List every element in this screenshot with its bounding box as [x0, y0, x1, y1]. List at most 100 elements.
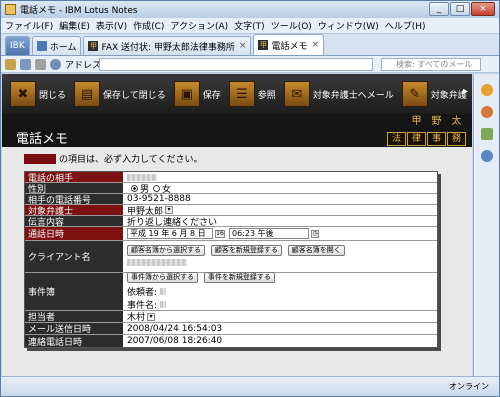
- partner-row: 電話の相手: [25, 172, 437, 184]
- close-action-button[interactable]: ✖ 閉じる: [10, 81, 66, 107]
- menu-text[interactable]: 文字(T): [234, 19, 265, 32]
- save-label: 保存: [202, 90, 221, 101]
- required-note: の項目は、必ず入力してください。: [24, 152, 202, 165]
- tab-home-label: ホーム: [49, 42, 77, 53]
- menu-tools[interactable]: ツール(O): [271, 19, 312, 32]
- pen-icon: ✎: [401, 81, 428, 107]
- menu-bar: ファイル(F) 編集(E) 表示(V) 作成(C) アクション(A) 文字(T)…: [1, 18, 499, 34]
- tab-home[interactable]: ホーム: [31, 36, 82, 55]
- save-icon: ▣: [173, 81, 200, 107]
- tab-memo-label: 電話メモ: [271, 41, 308, 52]
- paste-icon[interactable]: [35, 58, 46, 70]
- gender-male-radio[interactable]: [131, 184, 138, 192]
- menu-file[interactable]: ファイル(F): [5, 19, 53, 32]
- window-title: 電話メモ - IBM Lotus Notes: [20, 6, 138, 16]
- copy-icon[interactable]: [20, 58, 31, 70]
- action-bar: ✖ 閉じる ▤ 保存して閉じる ▣ 保存 ☰ 参照 ✉ 対象弁護士へメール ✎ 対象弁護 ▸: [2, 74, 472, 114]
- application-window: 電話メモ - IBM Lotus Notes _ □ × ファイル(F) 編集(…: [0, 0, 500, 397]
- menu-view[interactable]: 表示(V): [96, 19, 127, 32]
- clock-icon[interactable]: ◷: [311, 229, 319, 238]
- memo-form: 電話の相手 性別 男 女 相手の電話番号 03-9521-8888 対象弁護士 …: [24, 171, 438, 348]
- client-select-button[interactable]: 顧客名簿から選択する: [127, 244, 205, 256]
- case-row: 事件簿 事件簿から選択する 事件を新規登録する 依頼者: 事件名:: [25, 272, 437, 311]
- message-label: 伝言内容: [25, 216, 123, 228]
- lawyer-row: 対象弁護士 甲野太郎 ▾: [25, 205, 437, 217]
- save-close-action-button[interactable]: ▤ 保存して閉じる: [74, 81, 166, 107]
- tab-memo[interactable]: 甲電話メモ ×: [253, 34, 325, 55]
- feeds-icon[interactable]: [480, 106, 493, 118]
- partner-field[interactable]: [127, 173, 157, 181]
- case-register-button[interactable]: 事件を新規登録する: [203, 272, 275, 283]
- menu-actions[interactable]: アクション(A): [170, 19, 228, 32]
- datetime-label: 通話日時: [25, 227, 123, 240]
- client-field[interactable]: [127, 258, 187, 266]
- search-input[interactable]: 検索: すべてのメール: [381, 58, 481, 71]
- sametime-icon[interactable]: [480, 84, 493, 96]
- more-actions-icon[interactable]: ▸: [463, 86, 468, 97]
- staff-field[interactable]: 木村: [127, 310, 145, 323]
- tab-fax-label: FAX 送付状: 甲野太郎法律事務所: [101, 42, 235, 53]
- reference-icon: ☰: [228, 81, 255, 107]
- lawyer-action-label: 対象弁護: [430, 90, 467, 101]
- address-input[interactable]: [99, 58, 373, 71]
- logo-char: 甲: [411, 116, 422, 127]
- minimize-button[interactable]: _: [429, 2, 449, 16]
- date-input[interactable]: 平成 19 年 6 月 8 日: [127, 228, 213, 239]
- gender-female-radio[interactable]: [153, 184, 161, 192]
- case-requester-label: 依頼者:: [127, 288, 158, 298]
- lawyer-dropdown-icon[interactable]: ▾: [165, 206, 174, 214]
- staff-dropdown-icon[interactable]: ▾: [147, 312, 156, 321]
- call-time-label: 連絡電話日時: [25, 335, 123, 348]
- right-sidebar: [473, 74, 499, 376]
- cut-icon[interactable]: [5, 58, 16, 70]
- address-toolbar: アドレス 検索: すべてのメール: [1, 56, 499, 73]
- calendar-icon[interactable]: 16: [215, 229, 225, 238]
- message-field[interactable]: 折り返し連絡ください: [127, 215, 217, 228]
- save-action-button[interactable]: ▣ 保存: [173, 81, 221, 107]
- phone-label: 相手の電話番号: [25, 194, 123, 206]
- client-open-button[interactable]: 顧客名簿を開く: [287, 244, 345, 256]
- reference-action-button[interactable]: ☰ 参照: [228, 81, 276, 107]
- close-action-label: 閉じる: [39, 90, 67, 101]
- reference-label: 参照: [257, 90, 276, 101]
- logo-char: 律: [407, 132, 426, 146]
- phone-field[interactable]: 03-9521-8888: [127, 194, 191, 204]
- calendar-sidebar-icon[interactable]: [480, 128, 493, 140]
- open-button-label: IBK: [10, 41, 25, 51]
- activities-icon[interactable]: [480, 150, 493, 162]
- menu-help[interactable]: ヘルプ(H): [385, 19, 426, 32]
- message-row: 伝言内容 折り返し連絡ください: [25, 215, 437, 228]
- required-note-text: の項目は、必ず入力してください。: [59, 155, 203, 165]
- gender-male-label: 男: [140, 184, 150, 195]
- mail-time-label: メール送信日時: [25, 323, 123, 335]
- logo-char: 法: [387, 132, 406, 146]
- case-name-field[interactable]: [159, 301, 166, 308]
- save-close-label: 保存して閉じる: [103, 90, 166, 101]
- menu-create[interactable]: 作成(C): [133, 19, 164, 32]
- case-select-button[interactable]: 事件簿から選択する: [127, 272, 198, 283]
- menu-edit[interactable]: 編集(E): [59, 19, 90, 32]
- logo-char: 野: [431, 116, 442, 127]
- page-title: 電話メモ: [16, 132, 69, 147]
- case-requester-field[interactable]: [159, 288, 166, 295]
- lawyer-action-button[interactable]: ✎ 対象弁護: [401, 81, 467, 107]
- partner-label: 電話の相手: [25, 172, 123, 184]
- mail-lawyer-action-button[interactable]: ✉ 対象弁護士へメール: [283, 81, 394, 107]
- tab-bar: IBK ホーム 甲 FAX 送付状: 甲野太郎法律事務所 × 甲電話メモ ×: [1, 34, 499, 56]
- menu-window[interactable]: ウィンドウ(W): [318, 19, 379, 32]
- document-area: ✖ 閉じる ▤ 保存して閉じる ▣ 保存 ☰ 参照 ✉ 対象弁護士へメール ✎ 対象弁護 ▸…: [2, 74, 472, 376]
- tab-memo-close-icon[interactable]: ×: [311, 40, 319, 50]
- online-status[interactable]: オンライン: [449, 381, 489, 392]
- home-icon: [36, 41, 47, 51]
- tab-fax-close-icon[interactable]: ×: [239, 41, 247, 51]
- back-icon[interactable]: [50, 58, 61, 70]
- open-button[interactable]: IBK: [5, 36, 30, 55]
- app-icon: [5, 4, 16, 15]
- close-window-button[interactable]: ×: [471, 2, 495, 16]
- tab-fax[interactable]: 甲 FAX 送付状: 甲野太郎法律事務所 ×: [83, 36, 252, 55]
- maximize-button[interactable]: □: [450, 2, 470, 16]
- gender-label: 性別: [25, 183, 123, 195]
- close-action-icon: ✖: [10, 81, 36, 107]
- client-register-button[interactable]: 顧客を新規登録する: [210, 244, 282, 256]
- time-input[interactable]: 06:23 午後: [229, 228, 309, 239]
